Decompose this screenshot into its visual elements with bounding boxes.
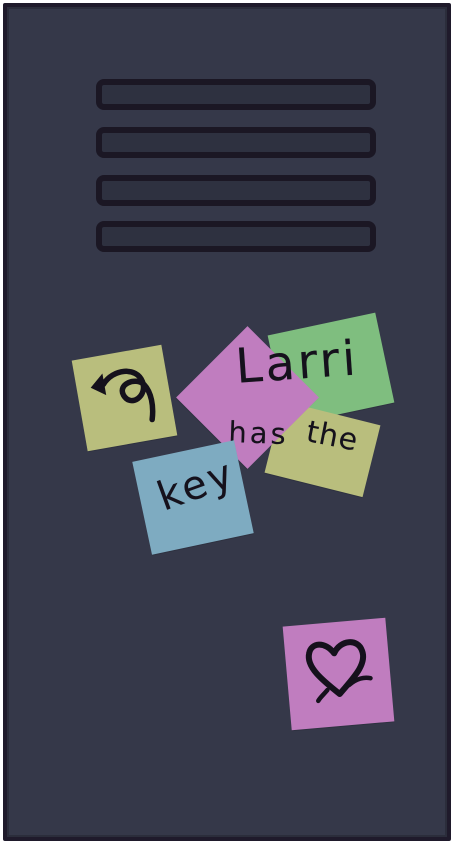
undo-arrow-icon[interactable] bbox=[72, 345, 178, 451]
locker-vent-4 bbox=[96, 221, 376, 252]
locker-vent-3 bbox=[96, 175, 376, 206]
undo-sticky-note[interactable] bbox=[71, 344, 178, 452]
key-note-text: key bbox=[151, 450, 242, 521]
locker-vent-2 bbox=[96, 127, 376, 158]
heart-icon[interactable] bbox=[283, 618, 395, 731]
heart-sticky-note[interactable] bbox=[282, 617, 395, 731]
locker-vent-1 bbox=[96, 79, 376, 110]
game-stage: the Larri has key bbox=[0, 0, 456, 845]
the-note-text: the bbox=[303, 414, 362, 459]
